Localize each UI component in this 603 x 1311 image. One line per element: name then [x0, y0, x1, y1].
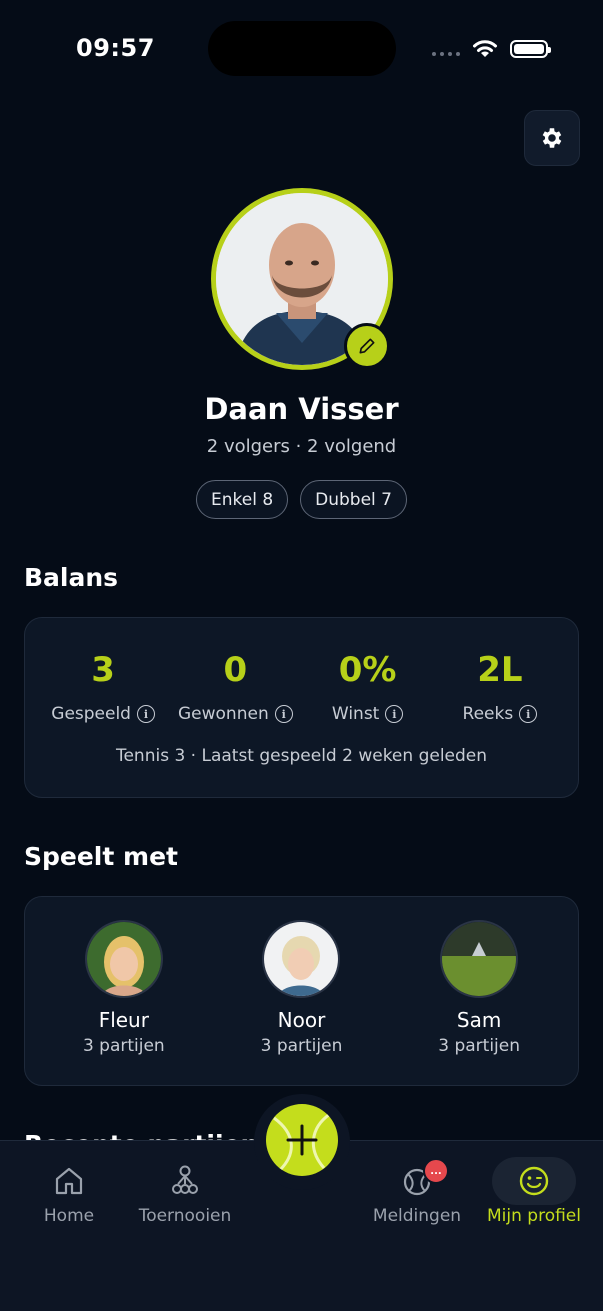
stat-played: 3 Gespeeld i — [39, 650, 167, 724]
tab-label: Home — [43, 1206, 95, 1226]
player-sam[interactable]: Sam 3 partijen — [404, 920, 554, 1056]
player-matches: 3 partijen — [82, 1036, 165, 1056]
stat-streak-value: 2L — [477, 650, 523, 690]
stat-played-value: 3 — [91, 650, 115, 690]
pencil-icon — [359, 338, 375, 354]
plays-with-card: Fleur 3 partijen Noor 3 partijen Sam 3 p… — [24, 896, 579, 1086]
chip-single-rating[interactable]: Enkel 8 — [195, 480, 289, 519]
battery-icon — [510, 40, 551, 58]
stat-streak-label: Reeks — [462, 704, 514, 724]
stat-won-value: 0 — [223, 650, 248, 690]
add-match-button[interactable] — [266, 1104, 338, 1176]
settings-button[interactable] — [524, 110, 580, 166]
avatar — [440, 920, 519, 998]
tab-label: Toernooien — [138, 1206, 232, 1226]
tab-tournaments[interactable]: Toernooien — [125, 1164, 245, 1226]
stat-winrate: 0% Winst i — [304, 650, 432, 724]
tab-my-profile[interactable]: Mijn profiel — [474, 1164, 594, 1226]
rating-chips: Enkel 8 Dubbel 7 — [0, 480, 603, 519]
chip-double-rating[interactable]: Dubbel 7 — [300, 480, 407, 519]
player-fleur[interactable]: Fleur 3 partijen — [49, 920, 199, 1056]
info-icon[interactable]: i — [519, 705, 538, 723]
stat-won-label: Gewonnen — [178, 704, 269, 724]
gear-icon — [542, 128, 562, 148]
stat-winrate-value: 0% — [338, 650, 397, 690]
section-title-plays-with: Speelt met — [24, 842, 178, 871]
wifi-icon — [473, 40, 497, 57]
status-bar: 09:57 — [0, 0, 603, 100]
player-name: Sam — [456, 1008, 502, 1032]
info-icon[interactable]: i — [385, 705, 404, 723]
tournament-icon — [172, 1165, 198, 1194]
player-noor[interactable]: Noor 3 partijen — [226, 920, 376, 1056]
smile-icon — [519, 1166, 549, 1196]
avatar — [84, 920, 163, 998]
notification-badge: ... — [423, 1158, 449, 1184]
stat-winrate-label: Winst — [331, 704, 380, 724]
dynamic-island — [208, 21, 396, 76]
avatar — [262, 920, 341, 998]
tab-label: Meldingen — [372, 1206, 462, 1226]
stat-played-label: Gespeeld — [51, 704, 131, 724]
profile-name: Daan Visser — [204, 392, 399, 426]
player-matches: 3 partijen — [438, 1036, 521, 1056]
plus-icon — [273, 1112, 331, 1172]
cellular-signal-icon — [432, 52, 460, 56]
tab-notifications[interactable]: Meldingen — [357, 1164, 477, 1226]
tab-label: Mijn profiel — [487, 1206, 581, 1226]
stat-streak: 2L Reeks i — [436, 650, 564, 724]
info-icon[interactable]: i — [274, 705, 293, 723]
player-name: Noor — [277, 1008, 326, 1032]
stat-won: 0 Gewonnen i — [171, 650, 299, 724]
tab-home[interactable]: Home — [9, 1164, 129, 1226]
player-name: Fleur — [98, 1008, 149, 1032]
section-title-balance: Balans — [24, 563, 119, 592]
balance-footer: Tennis 3 · Laatst gespeeld 2 weken geled… — [115, 746, 488, 766]
balance-card: 3 Gespeeld i 0 Gewonnen i 0% Winst i 2L Ree… — [24, 617, 579, 798]
home-icon — [55, 1167, 83, 1195]
status-time: 09:57 — [76, 34, 155, 62]
player-matches: 3 partijen — [260, 1036, 343, 1056]
info-icon[interactable]: i — [136, 705, 155, 723]
edit-avatar-button[interactable] — [344, 323, 390, 369]
follow-counts[interactable]: 2 volgers · 2 volgend — [0, 436, 603, 457]
